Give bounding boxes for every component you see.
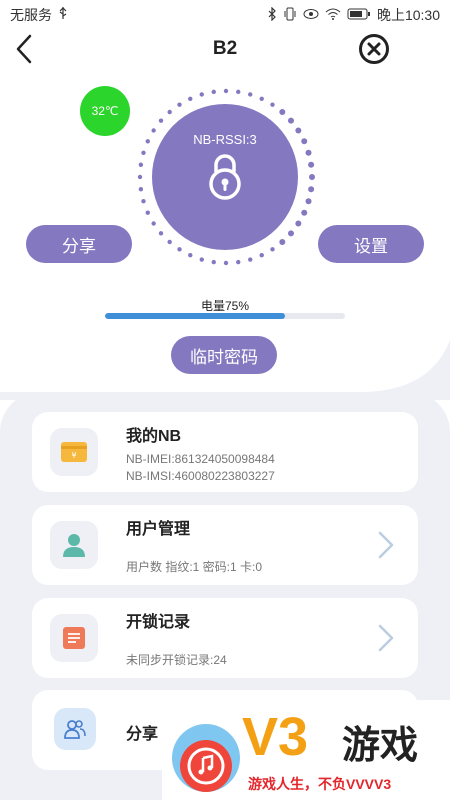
- dial-dot: [295, 220, 302, 227]
- svg-text:¥: ¥: [71, 451, 76, 460]
- card-icon-box: ¥: [50, 428, 98, 476]
- card-title: 分享: [126, 726, 159, 743]
- dial-dot: [167, 109, 172, 115]
- dial-dot: [145, 139, 150, 144]
- dial-dot: [301, 138, 308, 145]
- watermark-brand-cn: 游戏: [342, 725, 419, 767]
- dial-dot: [138, 187, 144, 192]
- dial-dot: [248, 257, 253, 262]
- carrier-text: 无服务: [10, 7, 52, 23]
- lock-icon: [209, 154, 241, 200]
- close-circle-icon: [359, 34, 389, 64]
- dial-dot: [177, 102, 182, 107]
- dial-dot: [158, 118, 164, 123]
- dial-dot: [167, 239, 172, 245]
- header: B2: [0, 30, 450, 70]
- settings-button[interactable]: 设置: [318, 225, 424, 263]
- card-icon-box: [50, 614, 98, 662]
- battery-label: 电量75%: [200, 299, 250, 313]
- unlock-button[interactable]: NB-RSSI:3: [152, 104, 298, 250]
- card-title: 用户管理: [126, 521, 191, 538]
- dial-dot: [223, 88, 229, 94]
- battery-progress-bar: [105, 313, 345, 319]
- close-button[interactable]: [358, 33, 390, 65]
- nb-imsi-text: NB-IMSI:460080223803227: [126, 469, 275, 483]
- wifi-icon: [325, 8, 341, 23]
- dial-dot: [308, 161, 315, 168]
- user-icon: [63, 534, 85, 557]
- watermark-brand: V3: [242, 707, 309, 767]
- dial-dot: [145, 210, 150, 215]
- music-logo-icon: [172, 724, 240, 792]
- dial-dot: [188, 96, 193, 101]
- dial-dot: [305, 149, 312, 156]
- background-curve: [0, 340, 450, 400]
- dial-dot: [177, 247, 182, 252]
- dial-dot: [138, 162, 144, 167]
- card-icon-box: [54, 708, 96, 750]
- dial-dot: [259, 96, 264, 101]
- battery-progress-fill: [105, 313, 285, 319]
- dial-dot: [199, 92, 204, 97]
- eye-icon: [303, 8, 319, 23]
- users-icon: [64, 720, 86, 739]
- dial-dot: [151, 221, 156, 226]
- card-unlock-log[interactable]: 开锁记录 未同步开锁记录:24: [32, 598, 418, 678]
- dial-dot: [301, 209, 308, 216]
- temperature-badge: 32℃: [80, 86, 130, 136]
- dial-dot: [305, 198, 312, 205]
- dial-dot: [287, 117, 294, 124]
- dial-dot: [236, 89, 241, 95]
- watermark-slogan: 游戏人生，不负VVVV3: [248, 776, 392, 792]
- usb-icon: [58, 6, 68, 24]
- card-user-management[interactable]: 用户管理 用户数 指纹:1 密码:1 卡:0: [32, 505, 418, 585]
- card-title: 我的NB: [126, 428, 182, 445]
- dial-dot: [279, 238, 286, 245]
- battery-status-icon: [347, 8, 371, 23]
- status-bar: 无服务 晚上10:30: [0, 0, 450, 30]
- dial-dot: [188, 253, 193, 258]
- chevron-right-icon: [378, 531, 394, 559]
- dial-dot: [308, 186, 315, 193]
- dial-dot: [199, 257, 204, 262]
- dial-dot: [287, 230, 294, 237]
- dial-dot: [211, 259, 216, 265]
- card-my-nb[interactable]: ¥ 我的NB NB-IMEI:861324050098484 NB-IMSI:4…: [32, 412, 418, 492]
- dial-dot: [141, 150, 146, 155]
- list-icon: [63, 627, 85, 649]
- unsynced-log-text: 未同步开锁记录:24: [126, 653, 227, 667]
- card-icon-box: [50, 521, 98, 569]
- dial-dot: [248, 92, 253, 97]
- rssi-text: NB-RSSI:3: [193, 132, 257, 147]
- chevron-right-icon: [378, 624, 394, 652]
- dial-dot: [137, 174, 143, 180]
- status-left: 无服务: [10, 5, 68, 25]
- dial-dot: [158, 231, 164, 236]
- dial-dot: [236, 259, 241, 265]
- card-title: 开锁记录: [126, 614, 191, 631]
- dial-dot: [141, 199, 146, 204]
- dial-dot: [309, 174, 315, 180]
- nb-imei-text: NB-IMEI:861324050098484: [126, 452, 275, 466]
- dial-dot: [223, 260, 229, 266]
- user-count-text: 用户数 指纹:1 密码:1 卡:0: [126, 560, 263, 574]
- dial-dot: [279, 109, 286, 116]
- dial-dot: [270, 102, 275, 107]
- bluetooth-icon: [267, 6, 277, 24]
- dial-dot: [211, 89, 216, 95]
- vibrate-icon: [283, 7, 297, 24]
- dial-dot: [259, 253, 264, 258]
- watermark: V3 游戏 游戏人生，不负VVVV3: [162, 700, 450, 800]
- status-time: 晚上10:30: [376, 7, 440, 23]
- wallet-icon: ¥: [61, 442, 87, 462]
- status-right: 晚上10:30: [267, 5, 440, 25]
- dial-dot: [270, 247, 275, 252]
- share-button[interactable]: 分享: [26, 225, 132, 263]
